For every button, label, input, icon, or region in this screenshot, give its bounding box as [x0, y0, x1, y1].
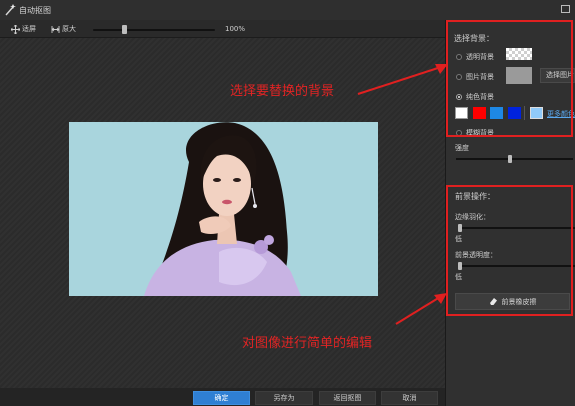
- strength-slider-handle[interactable]: [508, 155, 512, 163]
- fit-screen-button[interactable]: 适屏: [11, 24, 36, 34]
- save-as-button[interactable]: 另存为: [255, 391, 313, 405]
- annotation-text-edit: 对图像进行简单的编辑: [242, 336, 373, 351]
- fit-screen-icon: [11, 24, 20, 34]
- original-size-icon: [51, 25, 60, 33]
- app-wand-icon: [5, 4, 16, 16]
- original-size-button[interactable]: 原大: [51, 24, 76, 34]
- annotation-text-background: 选择要替换的背景: [230, 84, 335, 99]
- fit-screen-label: 适屏: [22, 25, 36, 33]
- zoom-slider-handle[interactable]: [122, 25, 127, 34]
- portrait-photo: [69, 122, 378, 296]
- strength-label: 强度: [455, 144, 469, 152]
- title-bar: [0, 0, 575, 21]
- return-cutout-button[interactable]: 返回抠图: [319, 391, 376, 405]
- cancel-button[interactable]: 取消: [381, 391, 438, 405]
- zoom-value: 100%: [225, 25, 246, 33]
- annotation-arrow-bottom: [395, 293, 447, 325]
- strength-slider-track[interactable]: [456, 158, 573, 160]
- confirm-button[interactable]: 确定: [193, 391, 250, 405]
- zoom-slider-track[interactable]: [93, 29, 215, 31]
- annotation-box-foreground: [446, 185, 573, 316]
- window-title: 自动抠图: [19, 6, 51, 15]
- maximize-button[interactable]: [561, 5, 570, 13]
- annotation-box-background: [446, 20, 573, 137]
- original-size-label: 原大: [62, 25, 76, 33]
- annotation-arrow-top: [357, 64, 448, 95]
